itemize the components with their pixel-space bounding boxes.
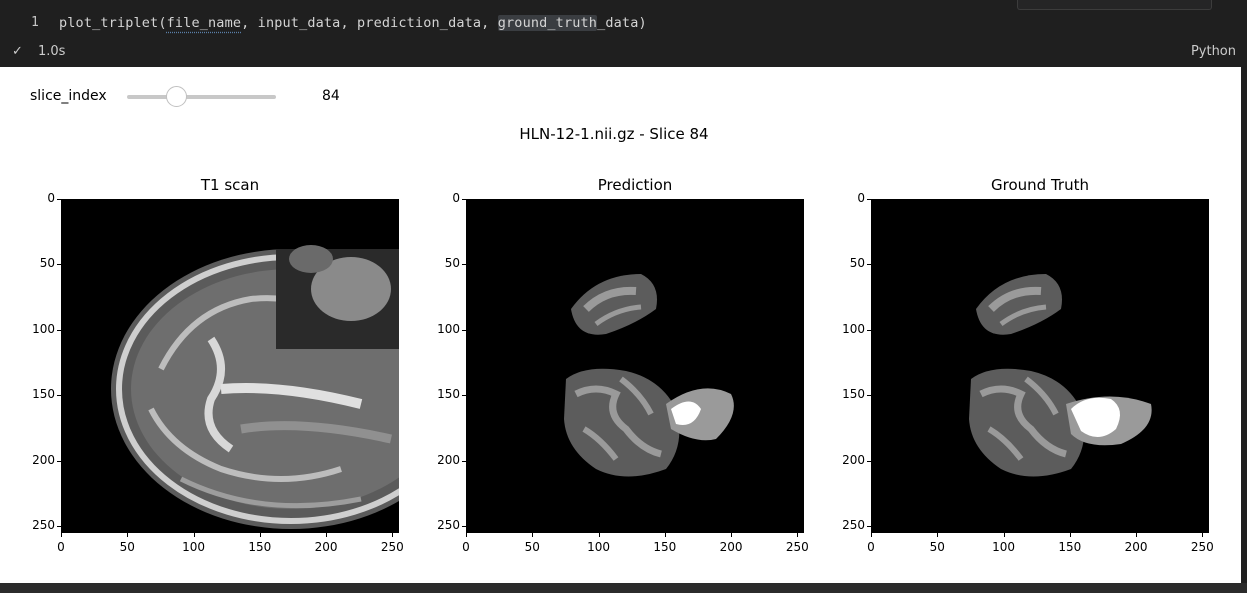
x-tick-mark	[326, 533, 328, 537]
x-tick-mark	[1003, 533, 1005, 537]
code-cell[interactable]: 1 plot_triplet(file_name, input_data, pr…	[0, 0, 1247, 67]
y-tick-label: 0	[47, 191, 55, 205]
y-tick-mark	[462, 526, 466, 528]
x-tick-mark	[532, 533, 534, 537]
scroll-gutter	[1241, 67, 1247, 583]
panel-image-2	[871, 199, 1209, 533]
y-tick-label: 200	[32, 452, 55, 467]
panel-title-2: Ground Truth	[991, 176, 1089, 194]
x-tick-label: 250	[785, 540, 809, 554]
slice-index-slider-track[interactable]	[127, 95, 276, 99]
y-tick-label: 150	[32, 387, 55, 402]
x-tick-mark	[127, 533, 129, 537]
execution-time: 1.0s	[38, 44, 66, 59]
code-arg-file-name: file_name	[166, 15, 242, 31]
x-tick-mark	[731, 533, 733, 537]
x-tick-label: 150	[653, 540, 677, 554]
x-tick-mark	[61, 533, 62, 537]
x-tick-mark	[598, 533, 600, 537]
y-tick-label: 250	[842, 518, 865, 533]
slice-index-slider-thumb[interactable]	[165, 86, 187, 107]
panel-image-1	[466, 199, 804, 533]
y-tick-mark	[462, 264, 466, 266]
y-tick-mark	[867, 395, 871, 397]
bottom-bar	[0, 583, 1247, 593]
x-tick-label: 150	[1058, 540, 1082, 554]
x-tick-mark	[797, 533, 799, 537]
code-line[interactable]: plot_triplet(file_name, input_data, pred…	[59, 15, 647, 31]
x-tick-label: 200	[314, 540, 338, 554]
cell-toolbar[interactable]	[1017, 0, 1212, 10]
y-tick-mark	[867, 526, 871, 528]
check-icon: ✓	[12, 44, 23, 59]
panel-title-0: T1 scan	[200, 176, 260, 194]
line-number: 1	[31, 15, 39, 30]
y-tick-label: 200	[842, 452, 865, 467]
panel-title-1: Prediction	[597, 176, 673, 194]
code-args: , input_data, prediction_data,	[241, 15, 498, 31]
y-tick-label: 200	[437, 452, 460, 467]
y-tick-label: 0	[857, 191, 865, 205]
x-tick-label: 100	[992, 540, 1015, 554]
y-tick-mark	[57, 526, 61, 528]
x-tick-mark	[392, 533, 394, 537]
x-tick-label: 0	[867, 540, 875, 554]
y-tick-mark	[867, 264, 871, 266]
execution-status: ✓ 1.0s	[12, 44, 65, 59]
y-tick-label: 50	[444, 256, 460, 271]
y-tick-mark	[462, 329, 466, 331]
y-tick-mark	[867, 329, 871, 331]
y-tick-mark	[57, 199, 61, 200]
code-rest: _data)	[597, 15, 647, 31]
y-tick-label: 150	[437, 387, 460, 402]
x-tick-label: 100	[182, 540, 205, 554]
y-tick-label: 50	[39, 256, 55, 271]
y-tick-label: 250	[437, 518, 460, 533]
figure-title: HLN-12-1.nii.gz - Slice 84	[519, 125, 709, 143]
x-tick-label: 200	[719, 540, 743, 554]
y-tick-label: 100	[437, 321, 460, 336]
y-tick-label: 100	[842, 321, 865, 336]
y-tick-mark	[462, 395, 466, 397]
y-tick-label: 100	[32, 321, 55, 336]
x-tick-mark	[664, 533, 666, 537]
y-tick-mark	[57, 329, 61, 331]
x-tick-label: 150	[248, 540, 272, 554]
x-tick-mark	[193, 533, 195, 537]
code-fn: plot_triplet(	[59, 15, 167, 31]
panel-image-0	[61, 199, 399, 533]
x-tick-mark	[871, 533, 872, 537]
y-tick-label: 150	[842, 387, 865, 402]
x-tick-mark	[1069, 533, 1071, 537]
y-tick-label: 0	[452, 191, 460, 205]
slider-label: slice_index	[30, 88, 107, 104]
x-tick-label: 0	[57, 540, 65, 554]
x-tick-label: 50	[524, 540, 540, 554]
x-tick-label: 50	[119, 540, 135, 554]
x-tick-mark	[466, 533, 467, 537]
y-tick-label: 250	[32, 518, 55, 533]
x-tick-mark	[937, 533, 939, 537]
x-tick-mark	[259, 533, 261, 537]
y-tick-mark	[867, 460, 871, 462]
y-tick-mark	[462, 460, 466, 462]
y-tick-mark	[57, 395, 61, 397]
code-arg-ground-truth: ground_truth	[497, 15, 598, 31]
x-tick-mark	[1136, 533, 1138, 537]
x-tick-label: 200	[1124, 540, 1148, 554]
x-tick-label: 100	[587, 540, 610, 554]
y-tick-label: 50	[849, 256, 865, 271]
language-label[interactable]: Python	[1191, 44, 1236, 59]
slider-value: 84	[322, 88, 340, 104]
y-tick-mark	[57, 460, 61, 462]
x-tick-label: 50	[929, 540, 945, 554]
x-tick-label: 250	[1190, 540, 1214, 554]
x-tick-label: 250	[380, 540, 404, 554]
x-tick-mark	[1202, 533, 1204, 537]
cell-output: slice_index 84 HLN-12-1.nii.gz - Slice 8…	[0, 67, 1241, 583]
x-tick-label: 0	[462, 540, 470, 554]
y-tick-mark	[462, 199, 466, 200]
y-tick-mark	[867, 199, 871, 200]
y-tick-mark	[57, 264, 61, 266]
